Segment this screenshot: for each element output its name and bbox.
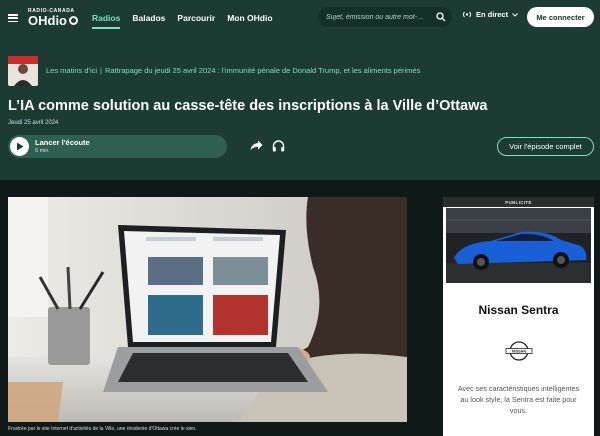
nav-link-mon-ohdio[interactable]: Mon OHdio	[227, 1, 272, 35]
photo-caption: Frustrée par le site Internet d'activité…	[8, 426, 197, 432]
live-button[interactable]: En direct	[462, 10, 518, 19]
episode-date: Jeudi 25 avril 2024	[8, 120, 59, 126]
chevron-down-icon	[512, 12, 518, 17]
search-box	[318, 7, 452, 27]
connect-button[interactable]: Me connecter	[527, 7, 594, 27]
search-input[interactable]	[326, 13, 434, 21]
nav-link-radios[interactable]: Radios	[92, 1, 121, 35]
svg-text:NISSAN: NISSAN	[512, 350, 527, 354]
listen-label: Lancer l'écoute	[35, 138, 90, 148]
search-icon[interactable]	[436, 12, 446, 22]
rebroadcast-link[interactable]: Rattrapage du jeudi 25 avril 2024 : l'im…	[105, 66, 420, 75]
advertisement[interactable]: PUBLICITÉ Nissan Sentra NISSAN Avec ses …	[443, 197, 594, 436]
headphones-icon[interactable]	[272, 140, 285, 152]
menu-icon[interactable]	[8, 14, 18, 22]
live-label: En direct	[476, 10, 509, 19]
breadcrumb: Les matins d'ici | Rattrapage du jeudi 25 …	[46, 66, 421, 75]
share-icon[interactable]	[250, 140, 263, 151]
play-button[interactable]: Lancer l'écoute 5 min	[8, 135, 227, 158]
nissan-logo: NISSAN	[505, 340, 533, 367]
ohdio-logo[interactable]: RADIO-CANADA OHdio	[28, 9, 78, 27]
nav-link-parcourir[interactable]: Parcourir	[177, 1, 215, 35]
show-name-link[interactable]: Les matins d'ici	[46, 66, 97, 75]
ad-text: Avec ses caractéristiques intelligentes …	[457, 384, 580, 416]
ad-label: PUBLICITÉ	[443, 197, 594, 207]
live-broadcast-icon	[462, 11, 472, 18]
full-episode-button[interactable]: Voir l'épisode complet	[497, 137, 594, 156]
article-photo	[8, 197, 407, 422]
show-thumbnail[interactable]	[8, 56, 38, 86]
ad-car-image[interactable]	[446, 208, 591, 283]
main-nav-links: Radios Balados Parcourir Mon OHdio	[92, 1, 273, 35]
nav-link-balados[interactable]: Balados	[132, 1, 165, 35]
top-navigation: RADIO-CANADA OHdio Radios Balados Parcou…	[0, 0, 600, 36]
episode-duration: 5 min	[35, 147, 49, 154]
ad-title: Nissan Sentra	[478, 303, 559, 317]
episode-header: Les matins d'ici | Rattrapage du jeudi 25 …	[0, 36, 600, 180]
logo-name: OHdio	[28, 13, 67, 28]
play-icon	[10, 137, 29, 156]
radio-canada-gem-icon	[69, 16, 78, 25]
page-title: L’IA comme solution au casse-tête des in…	[8, 98, 488, 114]
